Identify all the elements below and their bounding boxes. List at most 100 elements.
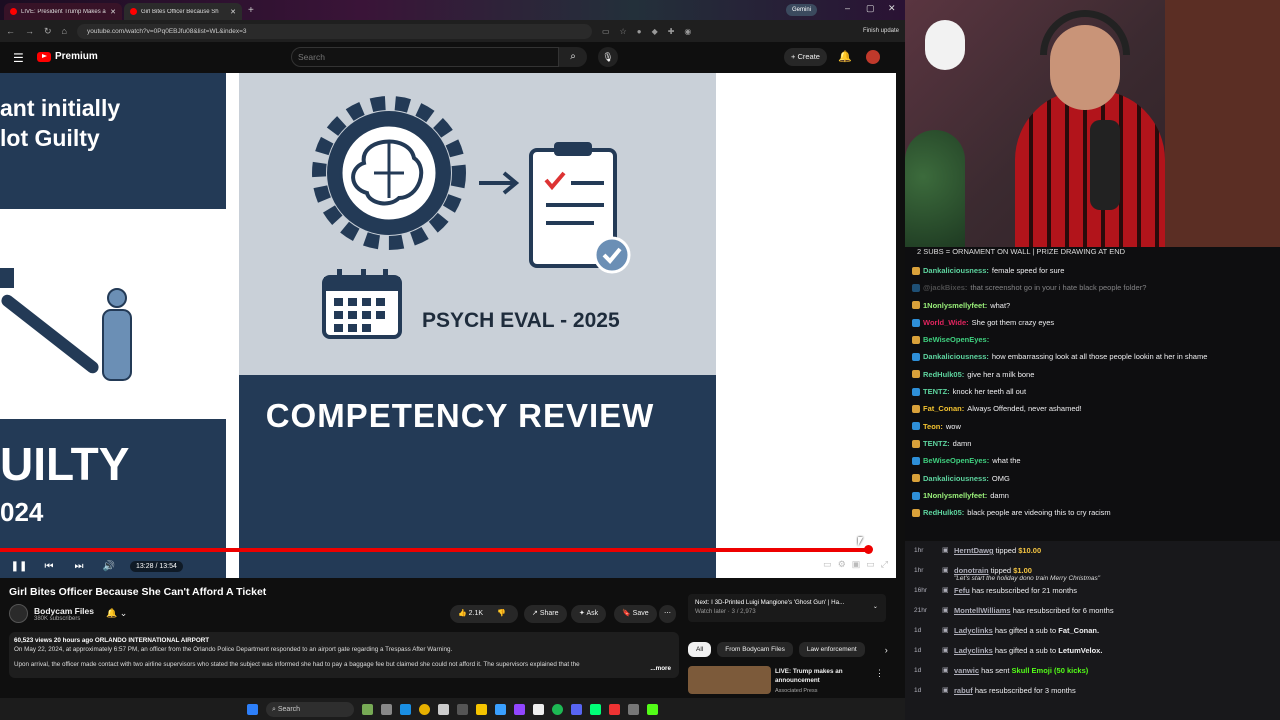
chat-username[interactable]: Dankaliciousness: bbox=[923, 348, 989, 365]
search-icon[interactable]: ⌕ bbox=[559, 47, 587, 67]
event-username[interactable]: vanwic bbox=[954, 666, 979, 675]
browser-tab[interactable]: LIVE: President Trump Makes an ✕ bbox=[4, 3, 122, 20]
app-icon[interactable] bbox=[438, 703, 449, 715]
recommended-video[interactable]: LIVE: Trump makes an announcement Associ… bbox=[688, 666, 888, 696]
app-icon[interactable] bbox=[590, 703, 601, 715]
new-tab-button[interactable]: + bbox=[248, 2, 254, 20]
volume-icon[interactable]: 🔊 bbox=[98, 561, 120, 572]
youtube-logo[interactable]: Premium bbox=[37, 51, 98, 62]
search-input[interactable] bbox=[291, 47, 559, 67]
maximize-icon[interactable]: ▢ bbox=[866, 3, 875, 14]
close-window-icon[interactable]: ✕ bbox=[888, 3, 896, 14]
chevron-down-icon[interactable]: ⌄ bbox=[873, 602, 878, 611]
close-tab-icon[interactable]: ✕ bbox=[230, 8, 236, 16]
previous-icon[interactable]: ⏮ bbox=[38, 561, 60, 572]
folder-icon[interactable] bbox=[476, 703, 487, 715]
twitch-icon[interactable] bbox=[514, 703, 525, 715]
create-button[interactable]: + Create bbox=[784, 48, 827, 66]
discord-icon[interactable] bbox=[571, 703, 582, 715]
star-icon[interactable]: ☆ bbox=[620, 27, 627, 36]
more-actions-icon[interactable]: ⋯ bbox=[659, 605, 676, 623]
back-icon[interactable]: ← bbox=[6, 26, 15, 36]
app-icon[interactable] bbox=[628, 703, 639, 715]
settings-gear-icon[interactable]: ⚙ bbox=[838, 559, 846, 570]
share-button[interactable]: ↗ Share bbox=[524, 605, 567, 623]
description-box[interactable]: 60,523 views 20 hours ago ORLANDO INTERN… bbox=[9, 632, 679, 678]
fullscreen-icon[interactable]: ⤢ bbox=[881, 559, 888, 570]
miniplayer-icon[interactable]: ▣ bbox=[852, 559, 861, 570]
chat-username[interactable]: BeWiseOpenEyes: bbox=[923, 331, 989, 348]
edge-icon[interactable] bbox=[400, 703, 411, 715]
event-username[interactable]: rabuf bbox=[954, 686, 973, 695]
event-username[interactable]: Fefu bbox=[954, 586, 970, 595]
video-thumbnail[interactable] bbox=[688, 666, 771, 694]
playlist-next-card[interactable]: Next: I 3D-Printed Luigi Mangione's 'Gho… bbox=[688, 594, 886, 622]
chat-username[interactable]: 1Nonlysmellyfeet: bbox=[923, 487, 987, 504]
event-username[interactable]: Ladyclinks bbox=[954, 626, 993, 635]
pause-icon[interactable]: ❚❚ bbox=[8, 561, 30, 572]
chat-username[interactable]: TENTZ: bbox=[923, 435, 950, 452]
video-player[interactable]: ant initially lot Guilty UILTY 024 PSYCH… bbox=[0, 73, 896, 578]
chip-all[interactable]: All bbox=[688, 642, 712, 657]
progress-bar[interactable] bbox=[0, 548, 896, 552]
chat-username[interactable]: TENTZ: bbox=[923, 383, 950, 400]
reload-icon[interactable]: ↻ bbox=[44, 26, 52, 37]
taskbar-search[interactable]: ⌕ Search bbox=[266, 701, 354, 717]
chat-username[interactable]: Dankaliciousness: bbox=[923, 262, 989, 279]
subtitles-icon[interactable]: ▭ bbox=[823, 559, 832, 570]
gemini-button[interactable]: Gemini bbox=[786, 4, 818, 16]
close-tab-icon[interactable]: ✕ bbox=[110, 8, 116, 16]
chrome-icon[interactable] bbox=[419, 703, 430, 715]
ask-button[interactable]: ✦ Ask bbox=[571, 605, 607, 623]
extension-icon[interactable]: ● bbox=[637, 27, 642, 36]
windows-start-icon[interactable] bbox=[247, 703, 258, 715]
subscribed-bell-icon[interactable]: 🔔 ⌄ bbox=[106, 608, 127, 619]
app-icon[interactable] bbox=[495, 703, 506, 715]
event-username[interactable]: MontellWilliams bbox=[954, 606, 1011, 615]
profile-icon[interactable]: ◉ bbox=[684, 27, 691, 36]
chat-username[interactable]: 1Nonlysmellyfeet: bbox=[923, 297, 987, 314]
more-vert-icon[interactable]: ⋮ bbox=[875, 668, 884, 679]
like-button[interactable]: 👍 2.1K 👎 bbox=[450, 605, 518, 623]
app-icon[interactable] bbox=[457, 703, 468, 715]
spotify-icon[interactable] bbox=[552, 703, 563, 715]
chat-username[interactable]: RedHulk05: bbox=[923, 504, 964, 521]
notifications-bell-icon[interactable]: 🔔 bbox=[838, 50, 852, 63]
chat-username[interactable]: BeWiseOpenEyes: bbox=[923, 452, 989, 469]
forward-icon[interactable]: → bbox=[25, 26, 34, 36]
chip-from-channel[interactable]: From Bodycam Files bbox=[717, 642, 793, 657]
extension-icon[interactable]: ◆ bbox=[652, 27, 658, 36]
app-icon[interactable] bbox=[533, 703, 544, 715]
channel-avatar[interactable] bbox=[9, 604, 28, 623]
next-icon[interactable]: ⏭ bbox=[68, 561, 90, 572]
channel-name[interactable]: Bodycam Files bbox=[34, 606, 94, 616]
microphone-icon[interactable]: 🎙 bbox=[598, 47, 618, 67]
event-username[interactable]: Ladyclinks bbox=[954, 646, 993, 655]
chat-username[interactable]: Dankaliciousness: bbox=[923, 470, 989, 487]
event-username[interactable]: HerntDawg bbox=[954, 546, 994, 555]
finish-update-button[interactable]: Finish update bbox=[863, 28, 899, 34]
puzzle-icon[interactable]: ✚ bbox=[668, 27, 675, 36]
theater-icon[interactable]: ▭ bbox=[866, 559, 875, 570]
chat-username[interactable]: Fat_Conan: bbox=[923, 400, 964, 417]
thumbs-down-icon[interactable]: 👎 bbox=[497, 610, 506, 617]
chat-username[interactable]: RedHulk05: bbox=[923, 366, 964, 383]
chat-username[interactable]: @jackBixes: bbox=[923, 279, 967, 296]
hamburger-menu-icon[interactable]: ☰ bbox=[13, 51, 24, 65]
avatar[interactable] bbox=[866, 50, 880, 64]
app-icon[interactable] bbox=[609, 703, 620, 715]
task-view-icon[interactable] bbox=[381, 703, 392, 715]
minimize-icon[interactable]: – bbox=[845, 3, 850, 13]
browser-tab-active[interactable]: Girl Bites Officer Because Sh ✕ bbox=[124, 3, 242, 20]
kick-icon[interactable] bbox=[647, 703, 658, 715]
chat-username[interactable]: World_Wide: bbox=[923, 314, 969, 331]
app-icon[interactable] bbox=[362, 703, 373, 715]
chat-username[interactable]: Teon: bbox=[923, 418, 943, 435]
chip-law-enforcement[interactable]: Law enforcement bbox=[798, 642, 865, 657]
more-link[interactable]: ...more bbox=[650, 665, 671, 674]
home-icon[interactable]: ⌂ bbox=[62, 26, 67, 36]
event-username[interactable]: donotrain bbox=[954, 566, 989, 575]
url-field[interactable]: youtube.com/watch?v=0Pq0EBJfu08&list=WL&… bbox=[76, 23, 592, 39]
cast-icon[interactable]: ▭ bbox=[602, 27, 610, 36]
chevron-right-icon[interactable]: › bbox=[885, 645, 888, 655]
